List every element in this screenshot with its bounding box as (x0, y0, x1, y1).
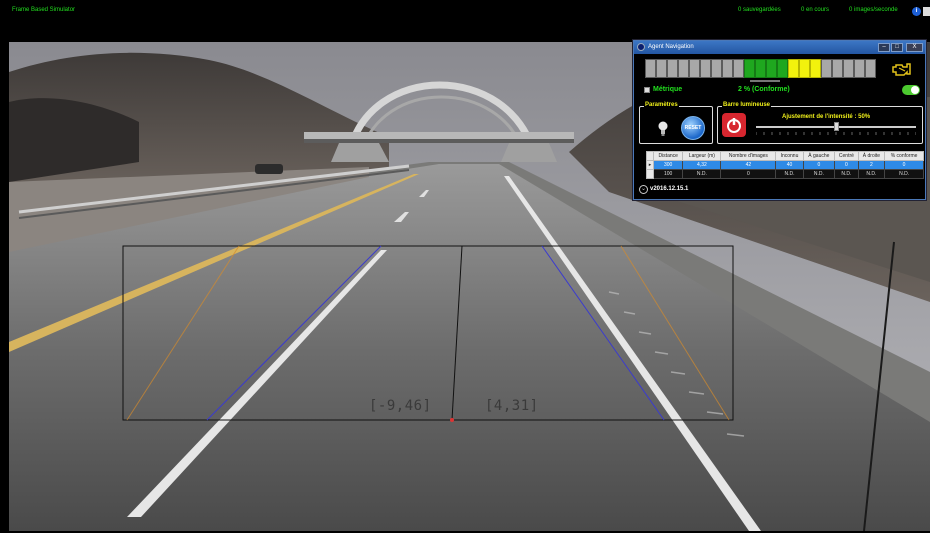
table-cell: 2 (857, 160, 886, 170)
indicator-segment (645, 59, 656, 78)
intensity-label: Ajustement de l'intensité : 50% (782, 114, 871, 120)
results-table: Distance Largeur (m) Nombre d'images Inconn… (646, 151, 924, 179)
table-cell: 4,32 (682, 160, 722, 170)
indicator-segment (689, 59, 700, 78)
column-header[interactable]: À droite (857, 151, 886, 161)
lane-position-indicator (645, 59, 876, 78)
collapse-chevron-icon[interactable]: ⌄ (639, 185, 648, 194)
indicator-segment (777, 59, 788, 78)
indicator-segment (667, 59, 678, 78)
metric-checkbox[interactable] (644, 87, 650, 93)
table-cell: 40 (775, 160, 804, 170)
table-cell: N.D. (802, 169, 836, 179)
parameters-group: Paramètres RESET (639, 102, 713, 144)
column-header[interactable]: Largeur (m) (682, 151, 722, 161)
metric-label: Métrique (653, 86, 683, 93)
left-lane-offset: [-9,46] (369, 398, 432, 414)
table-row[interactable]: 100 N.D. 0 N.D. N.D. N.D. N.D. N.D. (646, 169, 924, 179)
agent-navigation-window: Agent Navigation – □ X Métrique 2 % (Con… (633, 40, 926, 200)
indicator-segment (744, 59, 755, 78)
in-progress-count: 0 en cours (801, 7, 830, 13)
minimize-button[interactable]: – (878, 43, 890, 52)
indicator-segment (843, 59, 854, 78)
app-logo-icon (637, 43, 645, 51)
table-cell: N.D. (857, 169, 886, 179)
toggle-knob (911, 86, 919, 94)
table-cell: 0 (834, 160, 859, 170)
table-cell: 300 (652, 160, 684, 170)
indicator-segment (810, 59, 821, 78)
indicator-segment (766, 59, 777, 78)
indicator-segment (711, 59, 722, 78)
reset-button[interactable]: RESET (681, 116, 705, 140)
indicator-segment (854, 59, 865, 78)
right-lane-offset: [4,31] (485, 398, 539, 414)
maximize-button[interactable]: □ (891, 43, 903, 52)
indicator-segment (656, 59, 667, 78)
column-header[interactable]: Inconnu (775, 151, 804, 161)
table-cell: N.D. (682, 169, 722, 179)
table-cell: 0 (720, 169, 777, 179)
window-title: Agent Navigation (648, 44, 694, 50)
row-selector[interactable]: ▸ (646, 160, 654, 170)
status-bar: Frame Based Simulator 0 sauvegardées 0 e… (9, 4, 930, 21)
parameters-legend: Paramètres (644, 102, 679, 108)
column-header[interactable]: Nombre d'images (720, 151, 777, 161)
column-header[interactable]: À gauche (802, 151, 836, 161)
simulator-window: Frame Based Simulator 0 sauvegardées 0 e… (9, 4, 930, 531)
slider-ticks (756, 132, 916, 135)
fps-readout: 0 images/seconde (849, 7, 898, 13)
indicator-segment (788, 59, 799, 78)
indicator-segment (755, 59, 766, 78)
table-row[interactable]: ▸ 300 4,32 42 40 0 0 2 0 (646, 160, 924, 170)
indicator-segment (722, 59, 733, 78)
indicator-segment (821, 59, 832, 78)
check-engine-icon (892, 63, 911, 76)
table-cell: 0 (884, 160, 924, 170)
close-button[interactable]: X (906, 43, 923, 52)
column-header[interactable]: Distance (652, 151, 684, 161)
row-selector[interactable] (646, 169, 654, 179)
column-header[interactable]: Centré (834, 151, 859, 161)
table-cell: 0 (802, 160, 836, 170)
light-bar-group: Barre lumineuse Ajustement de l'intensit… (717, 102, 923, 144)
table-header-row: Distance Largeur (m) Nombre d'images Inconn… (646, 151, 924, 161)
table-cell: N.D. (775, 169, 804, 179)
table-cell: N.D. (884, 169, 924, 179)
table-cell: 42 (720, 160, 777, 170)
bulb-icon[interactable] (657, 121, 669, 137)
saved-count: 0 sauvegardées (738, 7, 781, 13)
row-header-corner (646, 151, 654, 161)
indicator-segment (865, 59, 876, 78)
table-cell: N.D. (834, 169, 859, 179)
indicator-segment (799, 59, 810, 78)
indicator-segment (733, 59, 744, 78)
indicator-segment (678, 59, 689, 78)
light-bar-legend: Barre lumineuse (722, 102, 772, 108)
menu-icon[interactable] (923, 7, 930, 16)
intensity-slider-thumb[interactable] (834, 122, 839, 131)
app-title: Frame Based Simulator (12, 7, 76, 13)
table-cell: 100 (652, 169, 684, 179)
conformity-readout: 2 % (Conforme) (738, 86, 790, 93)
window-titlebar[interactable]: Agent Navigation – □ X (634, 41, 925, 54)
power-button[interactable] (722, 113, 746, 137)
indicator-segment (700, 59, 711, 78)
column-header[interactable]: % conforme (884, 151, 924, 161)
version-label: v2016.12.15.1 (650, 186, 689, 192)
enable-toggle[interactable] (902, 85, 920, 95)
indicator-segment (832, 59, 843, 78)
info-icon[interactable]: i (912, 7, 921, 16)
power-icon (727, 118, 741, 133)
position-marker (750, 80, 780, 82)
